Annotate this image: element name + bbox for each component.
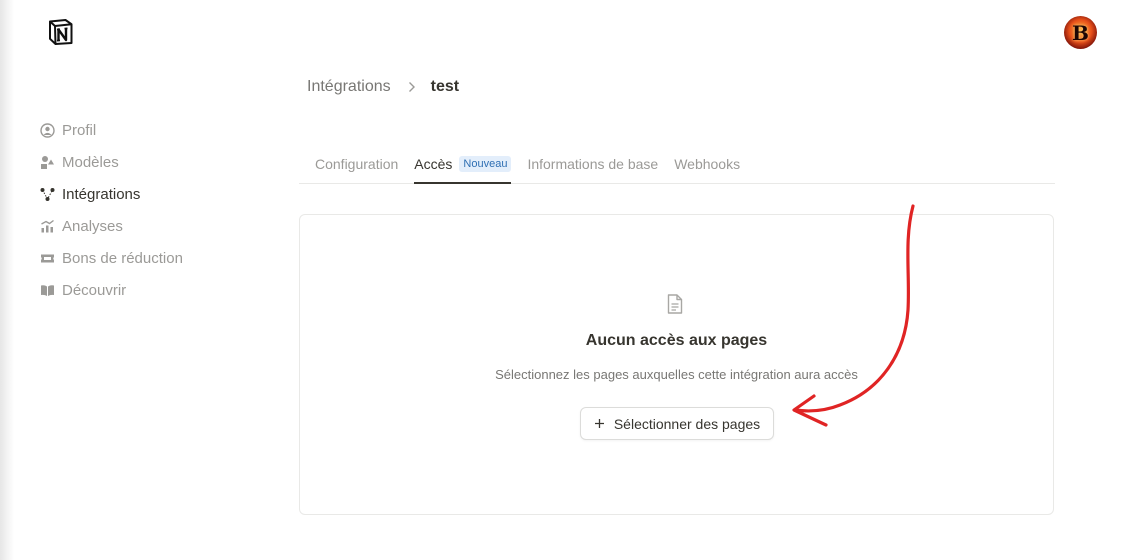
breadcrumb-integrations-link[interactable]: Intégrations bbox=[307, 78, 391, 96]
tab-configuration[interactable]: Configuration bbox=[315, 144, 398, 183]
chevron-right-icon bbox=[408, 81, 416, 93]
empty-state-subtitle: Sélectionnez les pages auxquelles cette … bbox=[495, 367, 858, 382]
select-pages-label: Sélectionner des pages bbox=[613, 415, 761, 432]
tab-informations-de-base[interactable]: Informations de base bbox=[527, 144, 658, 183]
integrations-icon bbox=[40, 187, 55, 202]
sidebar-item-analyses[interactable]: Analyses bbox=[40, 210, 240, 242]
sidebar-item-label: Profil bbox=[62, 121, 97, 139]
templates-icon bbox=[40, 155, 55, 170]
breadcrumb-current: test bbox=[430, 78, 460, 95]
avatar-letter: B bbox=[1072, 20, 1089, 45]
annotation-arrow bbox=[792, 204, 915, 427]
sidebar-item-profil[interactable]: Profil bbox=[40, 114, 240, 146]
tab-label: Accès bbox=[414, 155, 453, 172]
document-icon bbox=[666, 294, 684, 314]
discover-icon bbox=[40, 283, 55, 298]
new-badge: Nouveau bbox=[459, 155, 512, 172]
tab-bar: Configuration Accès Nouveau Informations… bbox=[299, 144, 1055, 184]
sidebar-item-label: Intégrations bbox=[62, 185, 141, 203]
profile-icon bbox=[40, 122, 55, 138]
sidebar-item-label: Découvrir bbox=[62, 281, 127, 299]
sidebar: Profil Modèles Intégrations Analyses Bon… bbox=[40, 114, 240, 306]
tab-label: Configuration bbox=[315, 155, 399, 172]
sidebar-item-label: Bons de réduction bbox=[62, 249, 183, 267]
sidebar-item-bons-de-reduction[interactable]: Bons de réduction bbox=[40, 242, 240, 274]
tab-label: Webhooks bbox=[674, 155, 741, 172]
tab-acces[interactable]: Accès Nouveau bbox=[414, 144, 512, 184]
window-edge-shadow bbox=[0, 0, 14, 560]
tab-webhooks[interactable]: Webhooks bbox=[674, 144, 740, 183]
breadcrumb: Intégrations test bbox=[307, 78, 459, 96]
sidebar-item-decouvrir[interactable]: Découvrir bbox=[40, 274, 240, 306]
select-pages-button[interactable]: Sélectionner des pages bbox=[580, 407, 774, 440]
coupon-icon bbox=[40, 251, 55, 266]
sidebar-item-integrations[interactable]: Intégrations bbox=[40, 178, 240, 210]
empty-state-title: Aucun accès aux pages bbox=[585, 332, 768, 349]
analytics-icon bbox=[40, 219, 55, 234]
tab-label: Informations de base bbox=[527, 155, 659, 172]
notion-logo[interactable] bbox=[46, 17, 76, 47]
user-avatar[interactable]: B bbox=[1064, 16, 1097, 49]
sidebar-item-label: Modèles bbox=[62, 153, 119, 171]
plus-icon bbox=[594, 418, 605, 429]
access-empty-state-card: Aucun accès aux pages Sélectionnez les p… bbox=[299, 214, 1054, 515]
sidebar-item-label: Analyses bbox=[62, 217, 123, 235]
sidebar-item-modeles[interactable]: Modèles bbox=[40, 146, 240, 178]
